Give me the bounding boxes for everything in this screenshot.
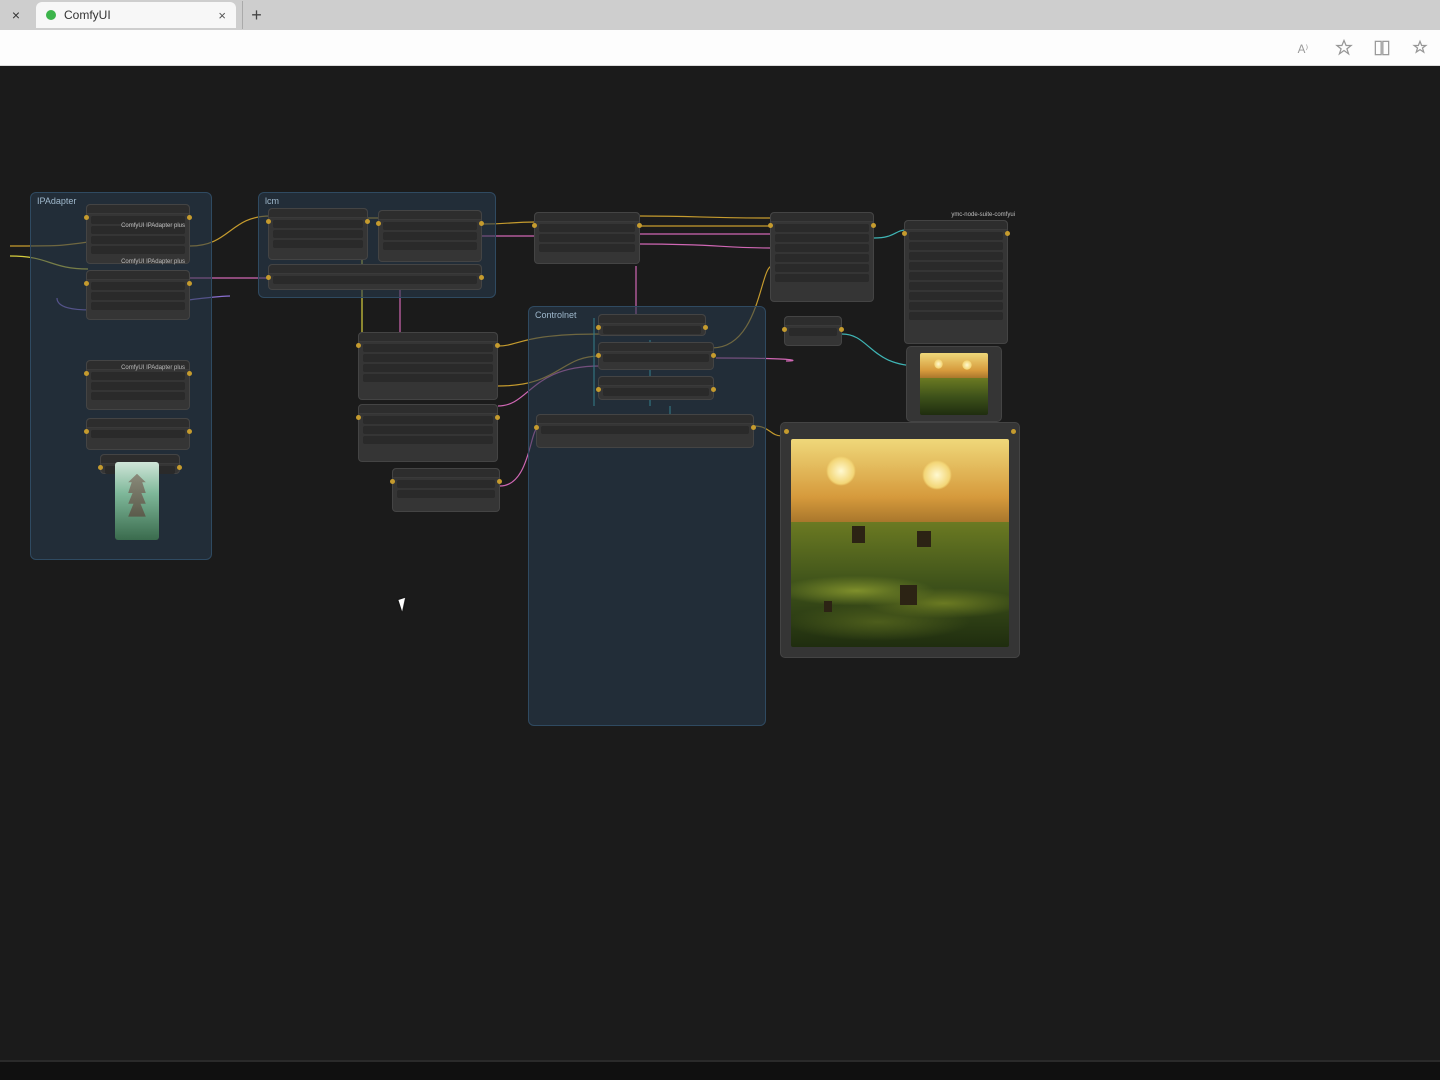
window-close-button[interactable]: ×: [4, 3, 28, 27]
graph-node[interactable]: [598, 342, 714, 370]
node-label: ComfyUI IPAdapter plus: [86, 258, 190, 266]
graph-node[interactable]: [268, 208, 368, 260]
status-bar: [0, 1060, 1440, 1080]
graph-node[interactable]: [86, 270, 190, 320]
graph-node[interactable]: [598, 314, 706, 336]
graph-node[interactable]: [268, 264, 482, 290]
preview-image-node-large[interactable]: [780, 422, 1020, 658]
graph-node[interactable]: [536, 414, 754, 448]
graph-node[interactable]: [784, 316, 842, 346]
collections-icon[interactable]: [1372, 38, 1392, 58]
graph-node[interactable]: [904, 220, 1008, 344]
favorite-icon[interactable]: [1334, 38, 1354, 58]
graph-node[interactable]: [392, 468, 500, 512]
graph-node[interactable]: [378, 210, 482, 262]
browser-tab-strip: × ComfyUI × +: [0, 0, 1440, 30]
graph-node[interactable]: [358, 404, 498, 462]
graph-node[interactable]: [534, 212, 640, 264]
suite-label: ymc-node-suite-comfyui: [930, 211, 1020, 219]
svg-text:A⁾: A⁾: [1298, 43, 1309, 56]
new-tab-button[interactable]: +: [242, 1, 270, 29]
tab-title: ComfyUI: [64, 8, 111, 22]
group-title: lcm: [259, 193, 495, 209]
browser-tab-comfyui[interactable]: ComfyUI ×: [36, 2, 236, 28]
node-label: ComfyUI IPAdapter plus: [86, 364, 190, 372]
graph-node[interactable]: [86, 418, 190, 450]
tab-close-button[interactable]: ×: [218, 8, 226, 23]
graph-node[interactable]: [86, 204, 190, 264]
preview-image-node-small[interactable]: [906, 346, 1002, 422]
mouse-cursor: [398, 597, 412, 612]
preview-image-pagoda[interactable]: [115, 462, 159, 540]
graph-node[interactable]: [598, 376, 714, 400]
graph-node[interactable]: [358, 332, 498, 400]
favorites-star-icon[interactable]: [1410, 38, 1430, 58]
graph-node[interactable]: [770, 212, 874, 302]
browser-toolbar: A⁾: [0, 30, 1440, 66]
reader-icon[interactable]: A⁾: [1296, 38, 1316, 58]
tab-favicon: [46, 10, 56, 20]
comfyui-canvas[interactable]: IPAdapter lcm Controlnet ComfyUI IPAdapt…: [0, 66, 1440, 1060]
node-label: ComfyUI IPAdapter plus: [86, 222, 190, 230]
